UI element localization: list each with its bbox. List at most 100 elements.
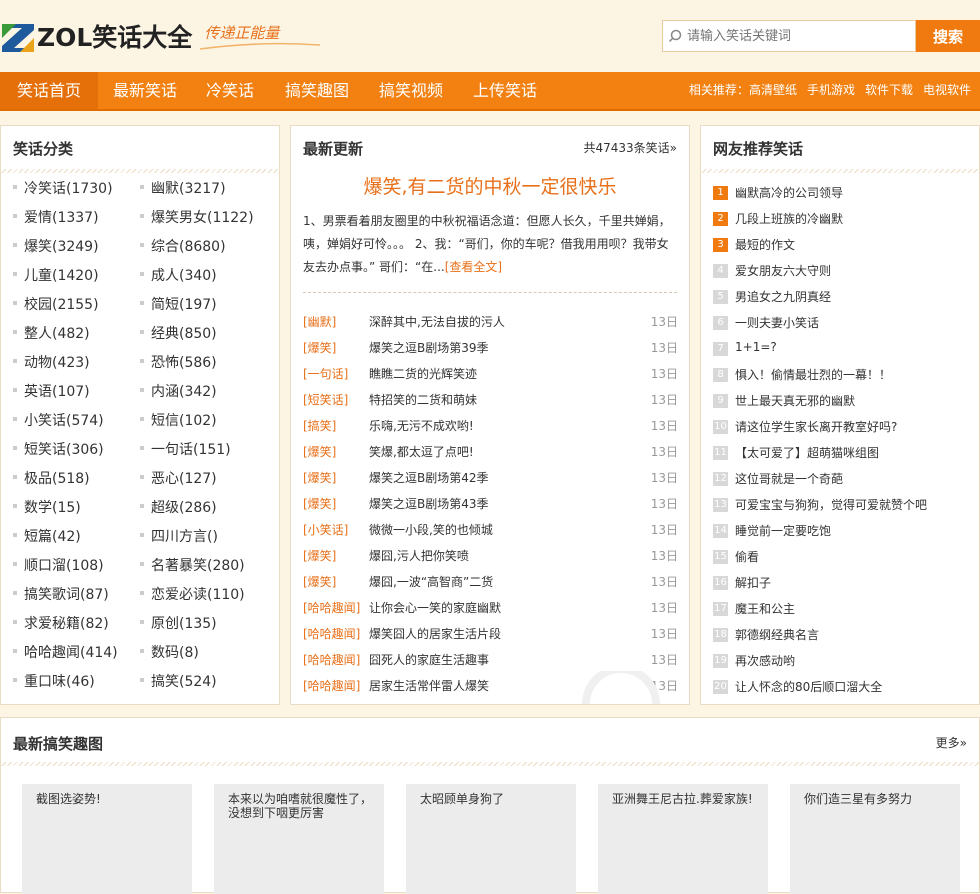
recommend-item[interactable]: 13 可爱宝宝与狗狗，觉得可爱就赞个吧	[713, 495, 973, 521]
joke-title[interactable]: 瞧瞧二货的光辉笑迹	[369, 365, 477, 382]
category-item[interactable]: 爱情(1337)	[13, 207, 99, 227]
joke-tag[interactable]: [幽默]	[303, 313, 336, 330]
picture-card[interactable]: 亚洲舞王尼古拉.葬爱家族!	[598, 784, 768, 894]
nav-item-cold-jokes[interactable]: 冷笑话	[206, 72, 254, 109]
recommend-item[interactable]: 5 男追女之九阴真经	[713, 287, 973, 313]
joke-tag[interactable]: [爆笑]	[303, 469, 336, 486]
recommend-item[interactable]: 2 几段上班族的冷幽默	[713, 209, 973, 235]
recommend-item[interactable]: 10 请这位学生家长离开教室好吗?	[713, 417, 973, 443]
read-more-link[interactable]: [查看全文]	[445, 260, 502, 274]
list-item[interactable]: [哈哈趣闻] 爆笑囧人的居家生活片段 13日	[303, 625, 678, 651]
category-item[interactable]: 一句话(151)	[140, 439, 231, 459]
joke-title[interactable]: 居家生活常伴雷人爆笑	[369, 677, 489, 694]
joke-title[interactable]: 囧死人的家庭生活趣事	[369, 651, 489, 668]
list-item[interactable]: [哈哈趣闻] 让你会心一笑的家庭幽默 13日	[303, 599, 678, 625]
joke-title[interactable]: 爆囧,一波“高智商”二货	[369, 573, 493, 590]
category-item[interactable]: 数学(15)	[13, 497, 81, 517]
category-item[interactable]: 顺口溜(108)	[13, 555, 104, 575]
nav-item-funny-videos[interactable]: 搞笑视频	[379, 72, 443, 109]
category-item[interactable]: 经典(850)	[140, 323, 217, 343]
category-item[interactable]: 重口味(46)	[13, 671, 95, 691]
recommend-item[interactable]: 4 爱女朋友六大守则	[713, 261, 973, 287]
recommend-item[interactable]: 17 魔王和公主	[713, 599, 973, 625]
category-item[interactable]: 恶心(127)	[140, 468, 217, 488]
category-item[interactable]: 哈哈趣闻(414)	[13, 642, 118, 662]
search-input[interactable]	[685, 27, 909, 45]
category-item[interactable]: 整人(482)	[13, 323, 90, 343]
recommend-item[interactable]: 14 睡觉前一定要吃饱	[713, 521, 973, 547]
category-item[interactable]: 爆笑(3249)	[13, 236, 99, 256]
category-item[interactable]: 冷笑话(1730)	[13, 178, 113, 198]
category-item[interactable]: 四川方言()	[140, 526, 218, 546]
list-item[interactable]: [一句话] 瞧瞧二货的光辉笑迹 13日	[303, 365, 678, 391]
nav-item-upload[interactable]: 上传笑话	[473, 72, 537, 109]
joke-tag[interactable]: [一句话]	[303, 365, 348, 382]
category-item[interactable]: 超级(286)	[140, 497, 217, 517]
recommend-item[interactable]: 20 让人怀念的80后顺口溜大全	[713, 677, 973, 703]
list-item[interactable]: [小笑话] 微微一小段,笑的也倾城 13日	[303, 521, 678, 547]
recommend-item[interactable]: 19 再次感动哟	[713, 651, 973, 677]
list-item[interactable]: [短笑话] 特招笑的二货和萌妹 13日	[303, 391, 678, 417]
pictures-more-link[interactable]: 更多»	[936, 734, 967, 751]
joke-tag[interactable]: [哈哈趣闻]	[303, 625, 360, 642]
joke-title[interactable]: 爆笑之逗B剧场第39季	[369, 339, 489, 356]
nav-item-latest[interactable]: 最新笑话	[113, 72, 177, 109]
recommend-item[interactable]: 15 偷看	[713, 547, 973, 573]
picture-card[interactable]: 截图选姿势!	[22, 784, 192, 894]
site-logo[interactable]: ZOL笑话大全 传递正能量	[2, 18, 321, 54]
category-item[interactable]: 幽默(3217)	[140, 178, 226, 198]
category-item[interactable]: 儿童(1420)	[13, 265, 99, 285]
category-item[interactable]: 短篇(42)	[13, 526, 81, 546]
joke-title[interactable]: 乐嗨,无污不成欢哟!	[369, 417, 474, 434]
category-item[interactable]: 短笑话(306)	[13, 439, 104, 459]
category-item[interactable]: 内涵(342)	[140, 381, 217, 401]
recommend-item[interactable]: 12 这位哥就是一个奇葩	[713, 469, 973, 495]
nav-item-funny-pics[interactable]: 搞笑趣图	[285, 72, 349, 109]
joke-title[interactable]: 爆囧,污人把你笑喷	[369, 547, 469, 564]
list-item[interactable]: [爆笑] 爆囧,一波“高智商”二货 13日	[303, 573, 678, 599]
joke-title[interactable]: 微微一小段,笑的也倾城	[369, 521, 493, 538]
related-link-mobile-games[interactable]: 手机游戏	[807, 83, 855, 97]
joke-title[interactable]: 笑爆,都太逗了点吧!	[369, 443, 474, 460]
joke-tag[interactable]: [爆笑]	[303, 495, 336, 512]
recommend-item[interactable]: 16 解扣子	[713, 573, 973, 599]
picture-card[interactable]: 你们造三星有多努力	[790, 784, 960, 894]
joke-tag[interactable]: [小笑话]	[303, 521, 348, 538]
joke-tag[interactable]: [爆笑]	[303, 547, 336, 564]
joke-tag[interactable]: [短笑话]	[303, 391, 348, 408]
category-item[interactable]: 原创(135)	[140, 613, 217, 633]
category-item[interactable]: 校园(2155)	[13, 294, 99, 314]
joke-title[interactable]: 让你会心一笑的家庭幽默	[369, 599, 501, 616]
related-link-tv-software[interactable]: 电视软件	[923, 83, 971, 97]
joke-tag[interactable]: [搞笑]	[303, 417, 336, 434]
headline-title[interactable]: 爆笑,有二货的中秋一定很快乐	[291, 172, 689, 199]
recommend-item[interactable]: 1 幽默高冷的公司领导	[713, 183, 973, 209]
joke-title[interactable]: 特招笑的二货和萌妹	[369, 391, 477, 408]
joke-tag[interactable]: [哈哈趣闻]	[303, 677, 360, 694]
joke-tag[interactable]: [哈哈趣闻]	[303, 651, 360, 668]
joke-title[interactable]: 爆笑之逗B剧场第42季	[369, 469, 489, 486]
picture-card[interactable]: 本来以为咱嗜就很魔性了，没想到下咽更厉害	[214, 784, 384, 894]
recommend-item[interactable]: 9 世上最天真无邪的幽默	[713, 391, 973, 417]
category-item[interactable]: 综合(8680)	[140, 236, 226, 256]
category-item[interactable]: 成人(340)	[140, 265, 217, 285]
category-item[interactable]: 数码(8)	[140, 642, 199, 662]
category-item[interactable]: 恐怖(586)	[140, 352, 217, 372]
category-item[interactable]: 搞笑歌词(87)	[13, 584, 109, 604]
list-item[interactable]: [爆笑] 笑爆,都太逗了点吧! 13日	[303, 443, 678, 469]
recommend-item[interactable]: 6 一则夫妻小笑话	[713, 313, 973, 339]
list-item[interactable]: [爆笑] 爆囧,污人把你笑喷 13日	[303, 547, 678, 573]
recommend-item[interactable]: 18 郭德纲经典名言	[713, 625, 973, 651]
joke-title[interactable]: 爆笑囧人的居家生活片段	[369, 625, 501, 642]
search-button[interactable]: 搜索	[916, 20, 980, 52]
category-item[interactable]: 恋爱必读(110)	[140, 584, 245, 604]
recommend-item[interactable]: 7 1+1=?	[713, 339, 973, 365]
picture-card[interactable]: 太昭顾单身狗了	[406, 784, 576, 894]
recommend-item[interactable]: 8 惧入！偷情最壮烈的一幕！！	[713, 365, 973, 391]
list-item[interactable]: [爆笑] 爆笑之逗B剧场第43季 13日	[303, 495, 678, 521]
joke-title[interactable]: 爆笑之逗B剧场第43季	[369, 495, 489, 512]
list-item[interactable]: [爆笑] 爆笑之逗B剧场第39季 13日	[303, 339, 678, 365]
total-count-link[interactable]: 共47433条笑话»	[583, 139, 677, 156]
recommend-item[interactable]: 3 最短的作文	[713, 235, 973, 261]
related-link-software[interactable]: 软件下载	[865, 83, 913, 97]
